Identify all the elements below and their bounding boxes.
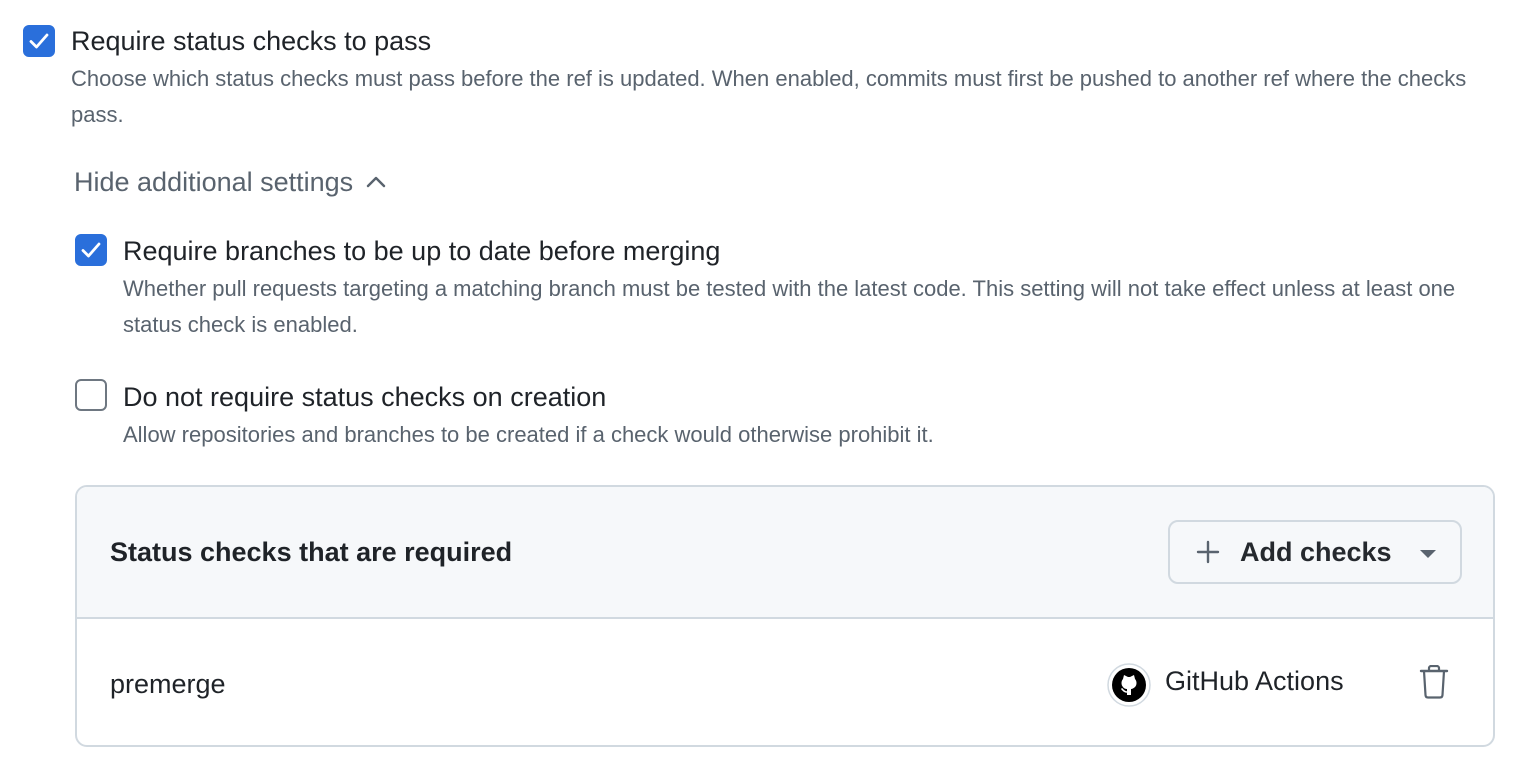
require-status-checks-description: Choose which status checks must pass bef… (71, 66, 1467, 127)
check-name: premerge (110, 669, 226, 699)
table-row: premerge GitHub Actions (77, 619, 1493, 745)
plus-icon (1196, 540, 1220, 564)
hide-additional-settings-label: Hide additional settings (74, 167, 354, 197)
no-status-checks-on-creation-checkbox[interactable] (75, 379, 107, 411)
check-icon (81, 242, 101, 258)
require-up-to-date-label[interactable]: Require branches to be up to date before… (123, 234, 720, 268)
required-checks-header: Status checks that are required Add chec… (77, 487, 1493, 619)
require-up-to-date-checkbox[interactable] (75, 234, 107, 266)
required-checks-title: Status checks that are required (110, 537, 513, 567)
trash-icon[interactable] (1419, 665, 1449, 699)
hide-additional-settings-toggle[interactable]: Hide additional settings (74, 164, 387, 200)
require-up-to-date-description: Whether pull requests targeting a matchi… (123, 276, 1456, 337)
required-checks-panel: Status checks that are required Add chec… (75, 485, 1495, 747)
no-status-checks-on-creation-label[interactable]: Do not require status checks on creation (123, 380, 606, 414)
require-status-checks-label[interactable]: Require status checks to pass (71, 24, 431, 58)
check-icon (29, 33, 49, 49)
github-actions-icon (1107, 663, 1151, 707)
no-status-checks-on-creation-description: Allow repositories and branches to be cr… (123, 422, 934, 447)
triangle-down-icon (1420, 550, 1436, 558)
add-checks-label: Add checks (1240, 536, 1392, 567)
add-checks-button[interactable]: Add checks (1168, 520, 1462, 584)
check-app-name: GitHub Actions (1165, 666, 1344, 696)
require-status-checks-checkbox[interactable] (23, 25, 55, 57)
chevron-up-icon (366, 176, 386, 188)
status-checks-settings: Require status checks to pass Choose whi… (0, 0, 1540, 774)
